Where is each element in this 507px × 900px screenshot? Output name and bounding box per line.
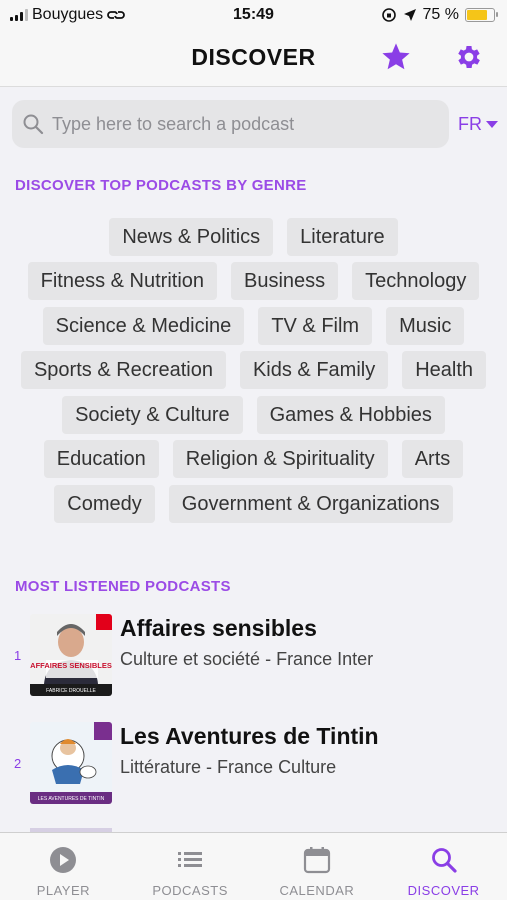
- genre-chip[interactable]: Arts: [401, 440, 464, 478]
- cover-title: LES AVENTURES DE TINTIN: [38, 796, 105, 802]
- tab-bar: PLAYER PODCASTS CALENDAR DISCOVER: [0, 832, 507, 900]
- status-right: 75 %: [381, 6, 498, 24]
- calendar-icon: [303, 847, 330, 874]
- location-icon: [403, 9, 416, 21]
- tab-player[interactable]: PLAYER: [0, 833, 127, 900]
- genre-chip[interactable]: Fitness & Nutrition: [27, 262, 218, 300]
- most-listened-section-title: MOST LISTENED PODCASTS: [15, 578, 231, 595]
- podcast-list-item[interactable]: 2 LES AVENTURES DE TINTIN Les Aventures …: [0, 722, 507, 812]
- genre-chip[interactable]: Business: [231, 262, 339, 300]
- tab-label: CALENDAR: [279, 883, 355, 898]
- search-input[interactable]: [52, 100, 442, 148]
- podcast-title: Affaires sensibles: [120, 615, 317, 641]
- tab-label: DISCOVER: [407, 883, 480, 898]
- genre-chip[interactable]: Health: [402, 351, 487, 389]
- genre-chip[interactable]: Education: [43, 440, 159, 478]
- podcast-rank: 1: [14, 648, 22, 663]
- genre-chip-row: Fitness & Nutrition Business Technology: [0, 262, 507, 300]
- genre-chip[interactable]: Comedy: [54, 485, 155, 523]
- genre-chip[interactable]: Society & Culture: [62, 396, 243, 434]
- genre-chip[interactable]: TV & Film: [258, 307, 373, 345]
- gear-icon[interactable]: [454, 42, 484, 72]
- list-icon: [178, 852, 203, 867]
- genre-chip[interactable]: Technology: [352, 262, 480, 300]
- genre-chip-row: News & Politics Literature: [0, 218, 507, 256]
- podcast-rank: 2: [14, 756, 22, 771]
- genre-chip-row: Society & Culture Games & Hobbies: [0, 396, 507, 434]
- cover-title: AFFAIRES SENSIBLES: [30, 661, 112, 670]
- genre-chip[interactable]: Religion & Spirituality: [172, 440, 388, 478]
- search-bar: [12, 100, 449, 148]
- cover-author: FABRICE DROUELLE: [46, 688, 96, 694]
- play-icon: [50, 847, 77, 873]
- podcast-subtitle: Culture et société - France Inter: [120, 649, 374, 669]
- battery-icon: [465, 8, 498, 22]
- genre-chip[interactable]: Kids & Family: [239, 351, 389, 389]
- genre-chip[interactable]: Literature: [287, 218, 398, 256]
- genre-chip-row: Comedy Government & Organizations: [0, 485, 507, 523]
- genre-chip[interactable]: Government & Organizations: [168, 485, 453, 523]
- genre-chip[interactable]: Games & Hobbies: [256, 396, 445, 434]
- battery-percent: 75 %: [422, 6, 459, 23]
- search-icon: [431, 848, 457, 873]
- tab-calendar[interactable]: CALENDAR: [254, 833, 381, 900]
- podcast-title: Les Aventures de Tintin: [120, 723, 379, 749]
- tab-label: PLAYER: [36, 883, 91, 898]
- page-title: DISCOVER: [191, 44, 316, 70]
- genre-chip[interactable]: Science & Medicine: [42, 307, 245, 345]
- orientation-lock-icon: [381, 8, 396, 22]
- genre-chip-row: Sports & Recreation Kids & Family Health: [0, 351, 507, 389]
- genre-chip[interactable]: Music: [386, 307, 465, 345]
- star-icon[interactable]: [380, 41, 412, 73]
- tab-label: PODCASTS: [152, 883, 228, 898]
- podcast-cover-image: LES AVENTURES DE TINTIN: [30, 722, 112, 804]
- genre-chip-row: Science & Medicine TV & Film Music: [0, 307, 507, 345]
- podcast-subtitle: Littérature - France Culture: [120, 757, 337, 777]
- tab-discover[interactable]: DISCOVER: [380, 833, 507, 900]
- genre-chip-row: Education Religion & Spirituality Arts: [0, 440, 507, 478]
- status-bar: Bouygues 15:49 75 %: [0, 0, 507, 32]
- caret-down-icon: [486, 121, 498, 128]
- tab-podcasts[interactable]: PODCASTS: [127, 833, 254, 900]
- search-icon: [23, 114, 44, 135]
- genre-chip[interactable]: Sports & Recreation: [20, 351, 226, 389]
- genres-section-title: DISCOVER TOP PODCASTS BY GENRE: [15, 177, 307, 194]
- genre-chip[interactable]: News & Politics: [109, 218, 274, 256]
- language-label: FR: [458, 114, 482, 134]
- language-selector[interactable]: FR: [458, 114, 498, 135]
- nav-header: DISCOVER: [0, 32, 507, 87]
- podcast-list-item[interactable]: 1 AFFAIRES SENSIBLES FABRICE DROUELLE Af…: [0, 614, 507, 704]
- podcast-cover-image: AFFAIRES SENSIBLES FABRICE DROUELLE: [30, 614, 112, 696]
